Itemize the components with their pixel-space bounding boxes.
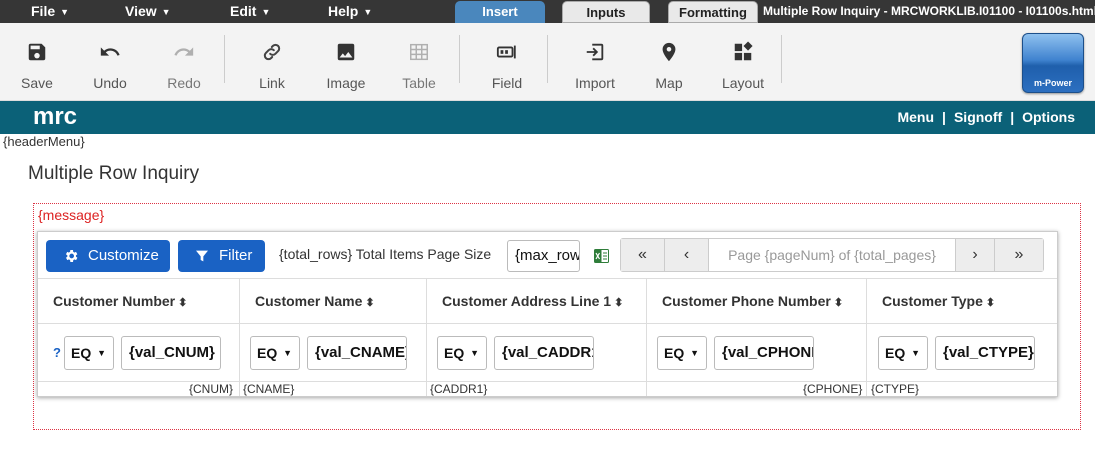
save-button[interactable]: Save [2, 41, 72, 91]
redo-icon [174, 47, 194, 56]
toolbar-divider [781, 35, 782, 83]
message-placeholder: {message} [38, 207, 105, 223]
toolbar: Save Undo Redo Link Image Table Field Im… [0, 23, 1095, 101]
operator-select-cnum[interactable]: EQ ▼ [64, 336, 114, 370]
field-icon [496, 45, 516, 59]
column-header-customer-address[interactable]: Customer Address Line 1 ⬍ [442, 293, 623, 309]
menu-link[interactable]: Menu [897, 109, 934, 125]
column-header-customer-type[interactable]: Customer Type ⬍ [882, 293, 995, 309]
filter-input-cnum[interactable]: {val_CNUM} [121, 336, 221, 370]
image-button[interactable]: Image [311, 41, 381, 91]
tab-insert[interactable]: Insert [455, 1, 545, 23]
table-button[interactable]: Table [384, 41, 454, 91]
filter-icon [196, 250, 208, 262]
pagination: « ‹ Page {pageNum} of {total_pages} › » [620, 238, 1044, 272]
grid-line [38, 323, 1057, 324]
filter-input-caddr1[interactable]: {val_CADDR1} [494, 336, 594, 370]
link-button[interactable]: Link [237, 41, 307, 91]
m-power-logo[interactable]: m-Power [1022, 33, 1084, 93]
excel-export-icon[interactable] [594, 249, 609, 263]
toolbar-divider [224, 35, 225, 83]
window-title: Multiple Row Inquiry - MRCWORKLIB.I01100… [763, 4, 1095, 18]
undo-button[interactable]: Undo [75, 41, 145, 91]
link-icon [263, 43, 281, 61]
header-menu-placeholder: {headerMenu} [3, 134, 85, 149]
field-button[interactable]: Field [472, 41, 542, 91]
layout-button[interactable]: Layout [708, 41, 778, 91]
field-placeholder-caddr1: {CADDR1} [430, 382, 488, 396]
field-placeholder-cphone: {CPHONE} [803, 382, 863, 396]
tab-inputs[interactable]: Inputs [562, 1, 650, 23]
table-icon [410, 43, 428, 61]
layout-label: Layout [721, 75, 765, 91]
filter-button[interactable]: Filter [178, 240, 265, 272]
sort-icon: ⬍ [178, 297, 188, 309]
sort-icon: ⬍ [614, 297, 624, 309]
link-separator: | [1010, 109, 1015, 125]
toolbar-divider [547, 35, 548, 83]
link-label: Link [259, 75, 285, 91]
map-button[interactable]: Map [634, 41, 704, 91]
column-header-customer-name[interactable]: Customer Name ⬍ [255, 293, 375, 309]
redo-label: Redo [167, 75, 201, 91]
first-page-button[interactable]: « [621, 239, 665, 271]
customize-button[interactable]: Customize [46, 240, 170, 272]
link-separator: | [942, 109, 946, 125]
operator-select-caddr1[interactable]: EQ ▼ [437, 336, 487, 370]
column-header-customer-phone[interactable]: Customer Phone Number ⬍ [662, 293, 843, 309]
field-placeholder-cname: {CNAME} [243, 382, 295, 396]
menu-view[interactable]: View ▼ [125, 0, 171, 23]
grid-line [866, 278, 867, 396]
save-label: Save [21, 75, 53, 91]
save-icon [28, 43, 46, 61]
filter-input-cphone[interactable]: {val_CPHONE} [714, 336, 814, 370]
toolbar-divider [459, 35, 460, 83]
image-label: Image [326, 75, 366, 91]
sort-icon: ⬍ [985, 297, 996, 309]
menu-edit[interactable]: Edit ▼ [230, 0, 270, 23]
field-label: Field [491, 75, 523, 91]
sort-icon: ⬍ [833, 297, 844, 309]
import-label: Import [575, 75, 615, 91]
signoff-link[interactable]: Signoff [954, 109, 1002, 125]
table-label: Table [402, 75, 436, 91]
undo-icon [100, 47, 120, 56]
grid-line [239, 278, 240, 396]
page-size-input[interactable]: {max_rows} [507, 240, 580, 272]
menu-help[interactable]: Help ▼ [328, 0, 372, 23]
prev-page-button[interactable]: ‹ [665, 239, 709, 271]
field-placeholder-ctype: {CTYPE} [871, 382, 920, 396]
import-icon [586, 43, 604, 61]
sort-icon: ⬍ [365, 297, 375, 309]
brand-logo: mrc [33, 103, 78, 130]
next-page-button[interactable]: › [955, 239, 995, 271]
filter-input-ctype[interactable]: {val_CTYPE} [935, 336, 1035, 370]
field-placeholder-cnum: {CNUM} [189, 382, 234, 396]
last-page-button[interactable]: » [995, 239, 1043, 271]
operator-select-ctype[interactable]: EQ ▼ [878, 336, 928, 370]
gear-icon [65, 250, 78, 262]
page-title: Multiple Row Inquiry [28, 163, 200, 184]
import-button[interactable]: Import [560, 41, 630, 91]
map-pin-icon [662, 42, 676, 62]
page-info: Page {pageNum} of {total_pages} [728, 247, 936, 263]
undo-label: Undo [93, 75, 127, 91]
header-links: Menu | Signoff | Options [897, 101, 1075, 134]
help-icon[interactable]: ? [53, 345, 61, 360]
tab-formatting[interactable]: Formatting [668, 1, 758, 23]
menu-file[interactable]: File ▼ [31, 0, 69, 23]
map-label: Map [655, 75, 683, 91]
grid-line [38, 278, 1057, 279]
grid-line [426, 278, 427, 396]
grid-line [646, 278, 647, 396]
image-icon [337, 43, 355, 61]
filter-input-cname[interactable]: {val_CNAME} [307, 336, 407, 370]
operator-select-cphone[interactable]: EQ ▼ [657, 336, 707, 370]
options-link[interactable]: Options [1022, 109, 1075, 125]
redo-button[interactable]: Redo [149, 41, 219, 91]
total-items-text: {total_rows} Total Items Page Size [279, 246, 492, 262]
layout-icon [734, 41, 753, 61]
operator-select-cname[interactable]: EQ ▼ [250, 336, 300, 370]
column-header-customer-number[interactable]: Customer Number ⬍ [53, 293, 187, 309]
